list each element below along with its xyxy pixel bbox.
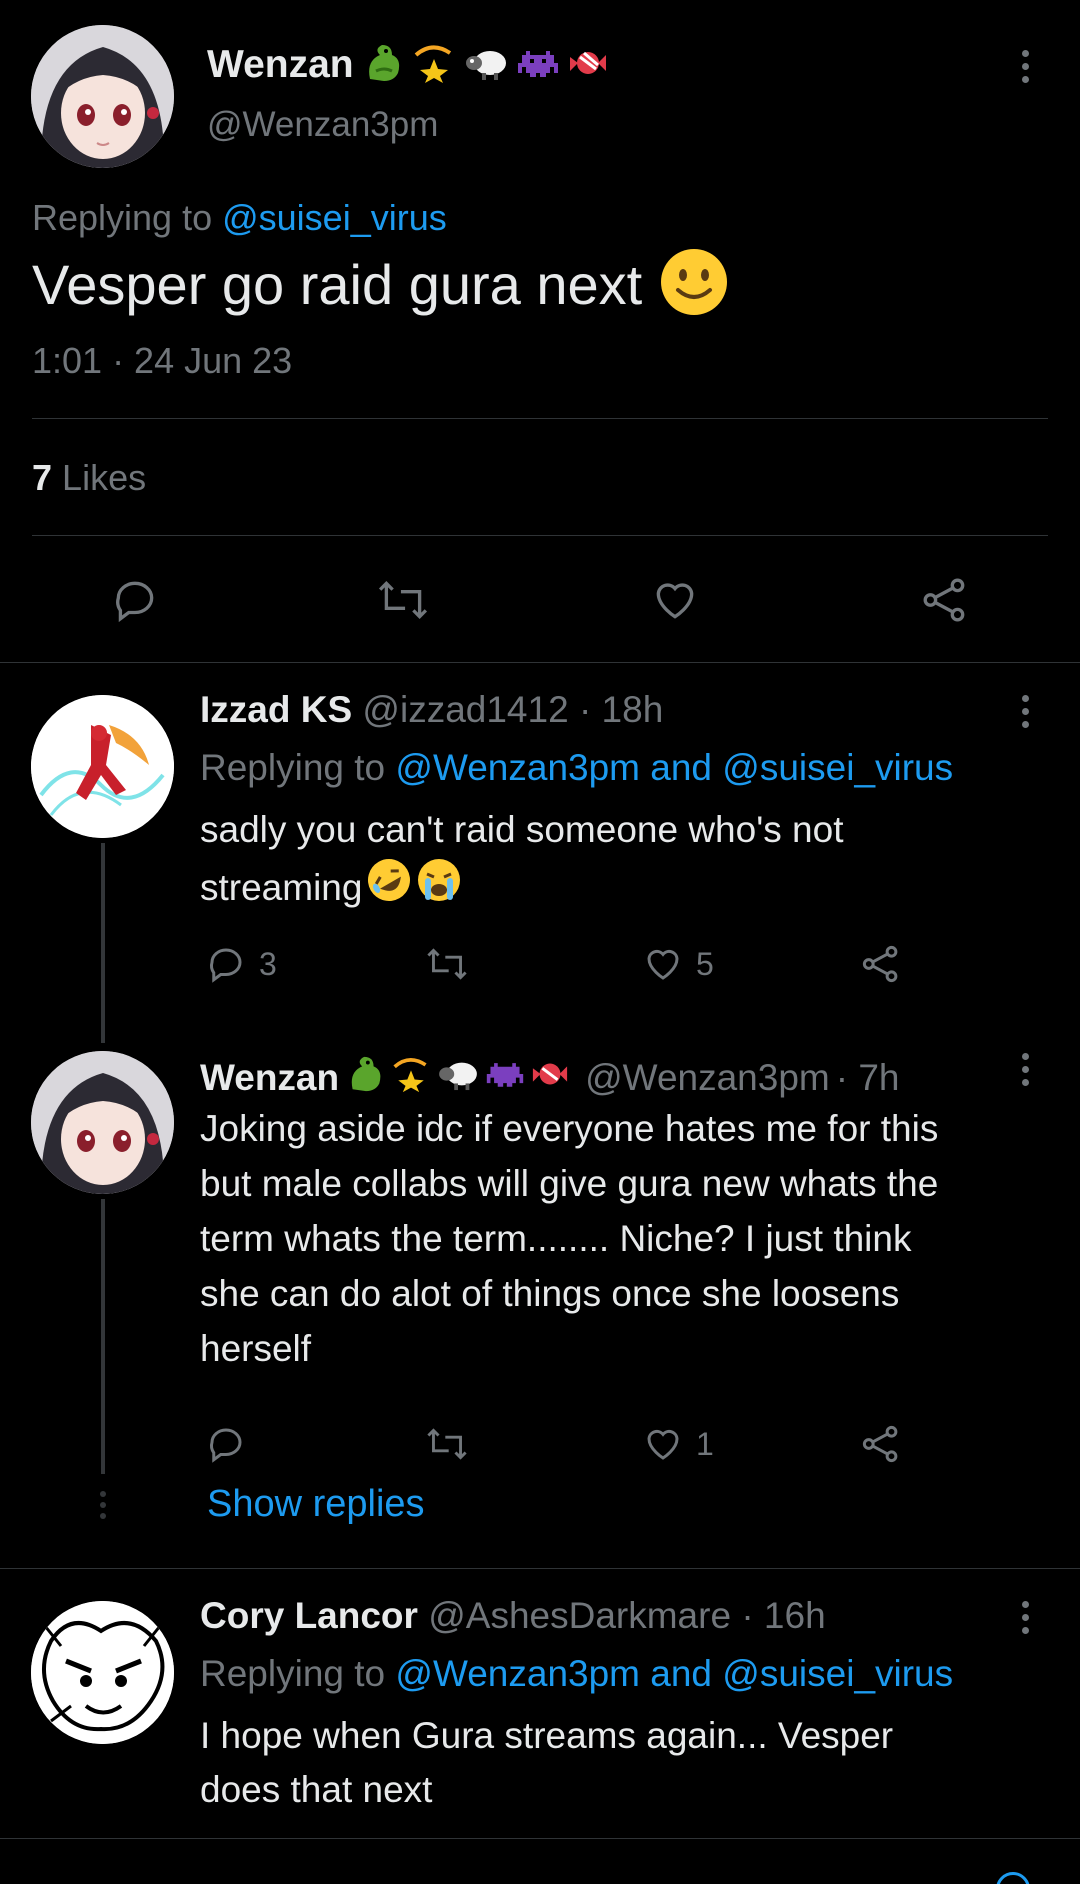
tweet-text-line: I hope when Gura streams again... Vesper — [200, 1715, 894, 1756]
mention-link[interactable]: @Wenzan3pm and @suisei_virus — [395, 1653, 953, 1694]
mention-link[interactable]: @suisei_virus — [222, 197, 447, 238]
user-handle[interactable]: @Wenzan3pm — [207, 105, 438, 145]
user-handle[interactable]: @izzad1412 — [362, 689, 568, 730]
candy-icon — [531, 1055, 569, 1102]
rolling-laughing-icon — [366, 857, 412, 918]
divider — [32, 418, 1048, 419]
dizzy-star-icon — [391, 1055, 431, 1102]
main-tweet: Wenzan @Wenzan3pm Replying to @suisei_vi… — [0, 0, 1080, 662]
dragon-icon — [362, 41, 404, 90]
retweet-icon — [427, 948, 467, 980]
heart-icon — [656, 583, 694, 619]
replying-to-line: Replying to @suisei_virus — [32, 197, 447, 239]
share-button[interactable] — [920, 575, 970, 625]
share-button[interactable] — [860, 943, 902, 985]
thread-line — [101, 1199, 105, 1474]
display-name[interactable]: Wenzan — [200, 1057, 339, 1099]
like-button[interactable] — [650, 575, 700, 625]
reply-button[interactable]: 3 — [205, 943, 277, 985]
tweet-text-line: does that next — [200, 1769, 433, 1810]
avatar[interactable] — [31, 1051, 174, 1194]
like-count: 5 — [696, 945, 714, 982]
crying-face-icon — [416, 857, 462, 918]
tweet-text: I hope when Gura streams again... Vesper… — [200, 1709, 893, 1817]
thread-line — [101, 843, 105, 1043]
slightly-smiling-face-icon — [660, 248, 728, 321]
tweet-text-line: sadly you can't raid someone who's not — [200, 809, 844, 850]
dragon-icon — [345, 1053, 385, 1104]
like-button[interactable]: 1 — [642, 1423, 714, 1465]
reply-icon — [210, 948, 242, 983]
user-handle[interactable]: @Wenzan3pm — [585, 1057, 830, 1099]
share-icon — [862, 945, 898, 983]
share-button[interactable] — [860, 1423, 902, 1465]
show-replies-link[interactable]: Show replies — [207, 1483, 425, 1526]
more-options-icon[interactable] — [1021, 50, 1029, 83]
more-options-icon[interactable] — [1021, 1053, 1029, 1086]
display-name[interactable]: Wenzan — [207, 43, 354, 87]
tweet-text: Vesper go raid gura next — [32, 253, 643, 316]
replying-to-label: Replying to — [200, 747, 396, 788]
more-options-icon[interactable] — [1021, 1601, 1029, 1634]
dizzy-star-icon — [412, 43, 456, 88]
tweet-text: sadly you can't raid someone who's not s… — [200, 803, 844, 918]
tweet-text-line: herself — [200, 1328, 312, 1369]
reply-icon — [210, 1428, 242, 1463]
replying-to-line: Replying to @Wenzan3pm and @suisei_virus — [200, 747, 953, 789]
reply-time[interactable]: · 18h — [579, 689, 663, 730]
likes-label: Likes — [62, 457, 147, 498]
heart-icon — [647, 1429, 679, 1460]
space-invader-icon — [516, 45, 560, 86]
display-name[interactable]: Izzad KS — [200, 689, 352, 730]
reply-button[interactable] — [110, 575, 160, 625]
likes-stat[interactable]: 7 Likes — [32, 457, 146, 499]
replying-to-label: Replying to — [200, 1653, 396, 1694]
retweet-button[interactable] — [425, 1423, 469, 1465]
tweet-text-line: streaming — [200, 866, 363, 908]
reply-button[interactable] — [205, 1423, 247, 1465]
divider — [0, 1838, 1080, 1839]
reply-tweet[interactable]: Izzad KS @izzad1412 · 18h Replying to @W… — [0, 663, 1080, 1043]
retweet-icon — [378, 581, 428, 619]
tweet-text-line: but male collabs will give gura new what… — [200, 1163, 939, 1204]
retweet-button[interactable] — [425, 943, 469, 985]
reply-tweet[interactable]: Cory Lancor @AshesDarkmare · 16h Replyin… — [0, 1569, 1080, 1839]
share-icon — [862, 1425, 898, 1463]
partial-icon — [996, 1872, 1030, 1884]
divider — [32, 535, 1048, 536]
reply-tweet[interactable]: Wenzan @Wenzan3pm · 7h Joking aside idc … — [0, 1043, 1080, 1568]
retweet-button[interactable] — [376, 575, 430, 625]
mention-link[interactable]: @Wenzan3pm and @suisei_virus — [395, 747, 953, 788]
avatar[interactable] — [31, 25, 174, 168]
avatar[interactable] — [31, 695, 174, 838]
heart-icon — [647, 949, 679, 980]
replying-to-label: Replying to — [32, 197, 223, 238]
user-handle[interactable]: @AshesDarkmare — [428, 1595, 731, 1636]
reply-time[interactable]: · 16h — [741, 1595, 825, 1636]
retweet-icon — [427, 1428, 467, 1460]
tweet-text-line: she can do alot of things once she loose… — [200, 1273, 900, 1314]
replying-to-line: Replying to @Wenzan3pm and @suisei_virus — [200, 1653, 953, 1695]
tweet-text-line: Joking aside idc if everyone hates me fo… — [200, 1108, 939, 1149]
space-invader-icon — [485, 1057, 525, 1100]
reply-time[interactable]: · 7h — [836, 1057, 900, 1099]
likes-count: 7 — [32, 457, 53, 498]
reply-count: 3 — [259, 945, 277, 982]
display-name[interactable]: Cory Lancor — [200, 1595, 418, 1636]
more-options-icon[interactable] — [1021, 695, 1029, 728]
reply-icon — [116, 581, 154, 623]
avatar[interactable] — [31, 1601, 174, 1744]
tweet-text-row: Vesper go raid gura next — [32, 248, 728, 321]
thread-dots — [99, 1491, 107, 1519]
sheep-icon — [464, 45, 508, 86]
share-icon — [923, 578, 965, 622]
like-button[interactable]: 5 — [642, 943, 714, 985]
tweet-timestamp[interactable]: 1:01 · 24 Jun 23 — [32, 340, 292, 382]
candy-icon — [568, 43, 608, 88]
tweet-text: Joking aside idc if everyone hates me fo… — [200, 1101, 938, 1376]
tweet-text-line: term whats the term........ Niche? I jus… — [200, 1218, 912, 1259]
like-count: 1 — [696, 1425, 714, 1462]
sheep-icon — [437, 1057, 479, 1100]
